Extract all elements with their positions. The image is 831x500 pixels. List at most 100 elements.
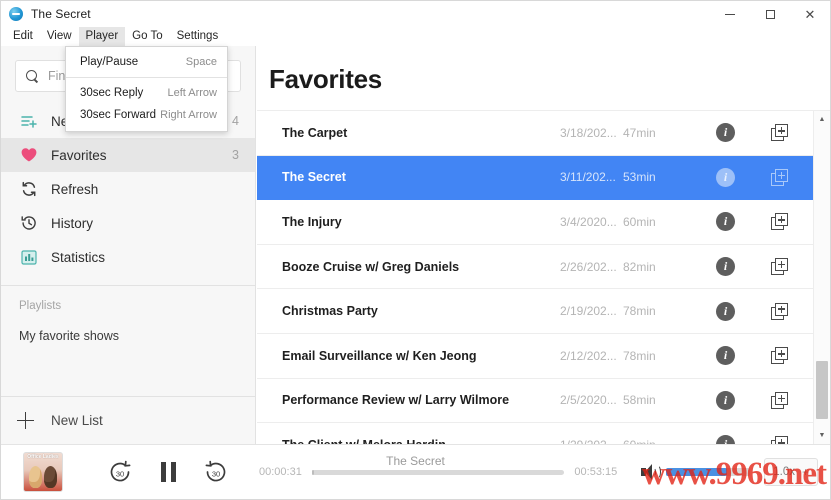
episode-duration: 78min — [623, 304, 656, 319]
window-controls: ✕ — [710, 1, 830, 27]
row-actions: i — [716, 167, 813, 187]
menu-item-label: Play/Pause — [80, 56, 139, 68]
scroll-up-icon[interactable]: ▲ — [814, 111, 830, 128]
sidebar-item-label: Refresh — [51, 181, 99, 197]
progress-slider[interactable] — [311, 469, 565, 475]
sidebar-item-refresh[interactable]: Refresh — [1, 172, 255, 206]
table-row[interactable]: The Client w/ Melora Hardin 1/29/202... … — [257, 423, 813, 444]
new-list-button[interactable]: New List — [1, 396, 255, 444]
maximize-button[interactable] — [750, 1, 790, 27]
episode-title: Performance Review w/ Larry Wilmore — [282, 393, 510, 408]
menu-view[interactable]: View — [40, 27, 79, 46]
forward-30-button[interactable]: 30 — [197, 453, 235, 491]
menu-item-play-pause[interactable]: Play/Pause Space — [66, 51, 227, 73]
add-to-playlist-icon[interactable] — [771, 302, 788, 320]
info-icon[interactable]: i — [716, 257, 735, 277]
add-to-playlist-icon[interactable] — [771, 168, 788, 186]
list-plus-icon — [19, 112, 38, 131]
row-actions: i — [716, 435, 813, 444]
add-to-playlist-icon[interactable] — [771, 347, 788, 365]
search-icon — [26, 69, 39, 83]
player-menu-dropdown: Play/Pause Space 30sec Reply Left Arrow … — [65, 46, 228, 132]
episode-date: 3/11/202... — [560, 170, 616, 185]
menu-settings[interactable]: Settings — [170, 27, 226, 46]
forward-30-icon: 30 — [205, 460, 226, 482]
table-row[interactable]: The Secret 3/11/202... 53min i — [257, 155, 813, 201]
table-row[interactable]: Booze Cruise w/ Greg Daniels 2/26/202...… — [257, 244, 813, 290]
sidebar-item-label: Favorites — [51, 147, 107, 163]
menu-item-shortcut: Space — [185, 56, 217, 68]
menu-item-30sec-reply[interactable]: 30sec Reply Left Arrow — [66, 82, 227, 104]
episode-duration: 78min — [623, 348, 656, 363]
menu-go-to[interactable]: Go To — [125, 27, 169, 46]
history-clock-icon — [19, 214, 38, 233]
add-to-playlist-icon[interactable] — [771, 213, 788, 231]
scrollbar-thumb[interactable] — [816, 361, 828, 419]
play-pause-button[interactable] — [149, 453, 187, 491]
playlists-section: Playlists My favorite shows — [1, 286, 255, 396]
episode-duration: 47min — [623, 125, 656, 140]
add-to-playlist-icon[interactable] — [771, 124, 788, 142]
episode-title: Christmas Party — [282, 304, 378, 319]
close-button[interactable]: ✕ — [790, 1, 830, 27]
app-icon — [9, 7, 23, 21]
info-icon[interactable]: i — [716, 346, 735, 366]
volume-slider[interactable] — [666, 468, 751, 476]
info-icon[interactable]: i — [716, 390, 735, 410]
row-actions: i — [716, 257, 813, 277]
info-icon[interactable]: i — [716, 167, 735, 187]
pause-icon — [160, 462, 176, 482]
menu-separator — [66, 77, 227, 78]
episode-title: Booze Cruise w/ Greg Daniels — [282, 259, 460, 274]
total-time: 00:53:15 — [574, 466, 618, 478]
table-row[interactable]: Performance Review w/ Larry Wilmore 2/5/… — [257, 378, 813, 424]
vertical-scrollbar[interactable]: ▲ ▼ — [813, 111, 830, 444]
artwork-figure-left — [29, 466, 42, 488]
menu-player[interactable]: Player — [78, 27, 126, 46]
scroll-down-icon[interactable]: ▼ — [814, 427, 830, 444]
volume-icon[interactable] — [641, 463, 662, 481]
main-content: Favorites The Carpet 3/18/202... 47min i… — [257, 46, 830, 444]
episode-list: The Carpet 3/18/202... 47min i The Secre… — [257, 110, 830, 444]
info-icon[interactable]: i — [716, 212, 735, 232]
minimize-icon — [725, 13, 735, 15]
add-to-playlist-icon[interactable] — [771, 391, 788, 409]
maximize-icon — [765, 9, 775, 19]
speed-increase-button[interactable]: + — [802, 465, 809, 479]
sidebar-item-history[interactable]: History — [1, 206, 255, 240]
app-window: The Secret ✕ Edit View Player Go To Sett… — [0, 0, 831, 500]
info-icon[interactable]: i — [716, 435, 735, 444]
info-icon[interactable]: i — [716, 301, 735, 321]
playback-speed-control[interactable]: 1.0x + — [764, 458, 818, 486]
table-row[interactable]: The Carpet 3/18/202... 47min i — [257, 111, 813, 156]
sidebar-item-statistics[interactable]: Statistics — [1, 240, 255, 274]
album-artwork: Office Ladies — [23, 452, 63, 492]
episode-date: 2/12/202... — [560, 348, 617, 363]
table-row[interactable]: Christmas Party 2/19/202... 78min i — [257, 289, 813, 334]
row-actions: i — [716, 123, 813, 143]
new-list-label: New List — [51, 413, 103, 428]
episode-date: 2/26/202... — [560, 259, 617, 274]
close-icon: ✕ — [804, 6, 816, 22]
rewind-30-button[interactable]: 30 — [101, 453, 139, 491]
menu-item-30sec-forward[interactable]: 30sec Forward Right Arrow — [66, 104, 227, 126]
window-title: The Secret — [31, 7, 91, 21]
minimize-button[interactable] — [710, 1, 750, 27]
add-to-playlist-icon[interactable] — [771, 258, 788, 276]
table-row[interactable]: Email Surveillance w/ Ken Jeong 2/12/202… — [257, 333, 813, 379]
add-to-playlist-icon[interactable] — [771, 436, 788, 444]
info-icon[interactable]: i — [716, 123, 735, 143]
menu-item-label: 30sec Reply — [80, 87, 144, 99]
playlist-item-my-favorite-shows[interactable]: My favorite shows — [1, 324, 255, 348]
row-actions: i — [716, 212, 813, 232]
sidebar-item-favorites[interactable]: Favorites 3 — [1, 138, 255, 172]
menu-edit[interactable]: Edit — [6, 27, 40, 46]
sidebar-item-label: History — [51, 215, 94, 231]
episode-date: 2/5/2020... — [560, 393, 617, 408]
artwork-label: Office Ladies — [27, 454, 59, 460]
menu-item-shortcut: Right Arrow — [160, 109, 217, 121]
playlists-header: Playlists — [19, 300, 62, 312]
page-title: Favorites — [269, 64, 382, 94]
table-row[interactable]: The Injury 3/4/2020... 60min i — [257, 200, 813, 245]
episode-title: Email Surveillance w/ Ken Jeong — [282, 348, 477, 363]
